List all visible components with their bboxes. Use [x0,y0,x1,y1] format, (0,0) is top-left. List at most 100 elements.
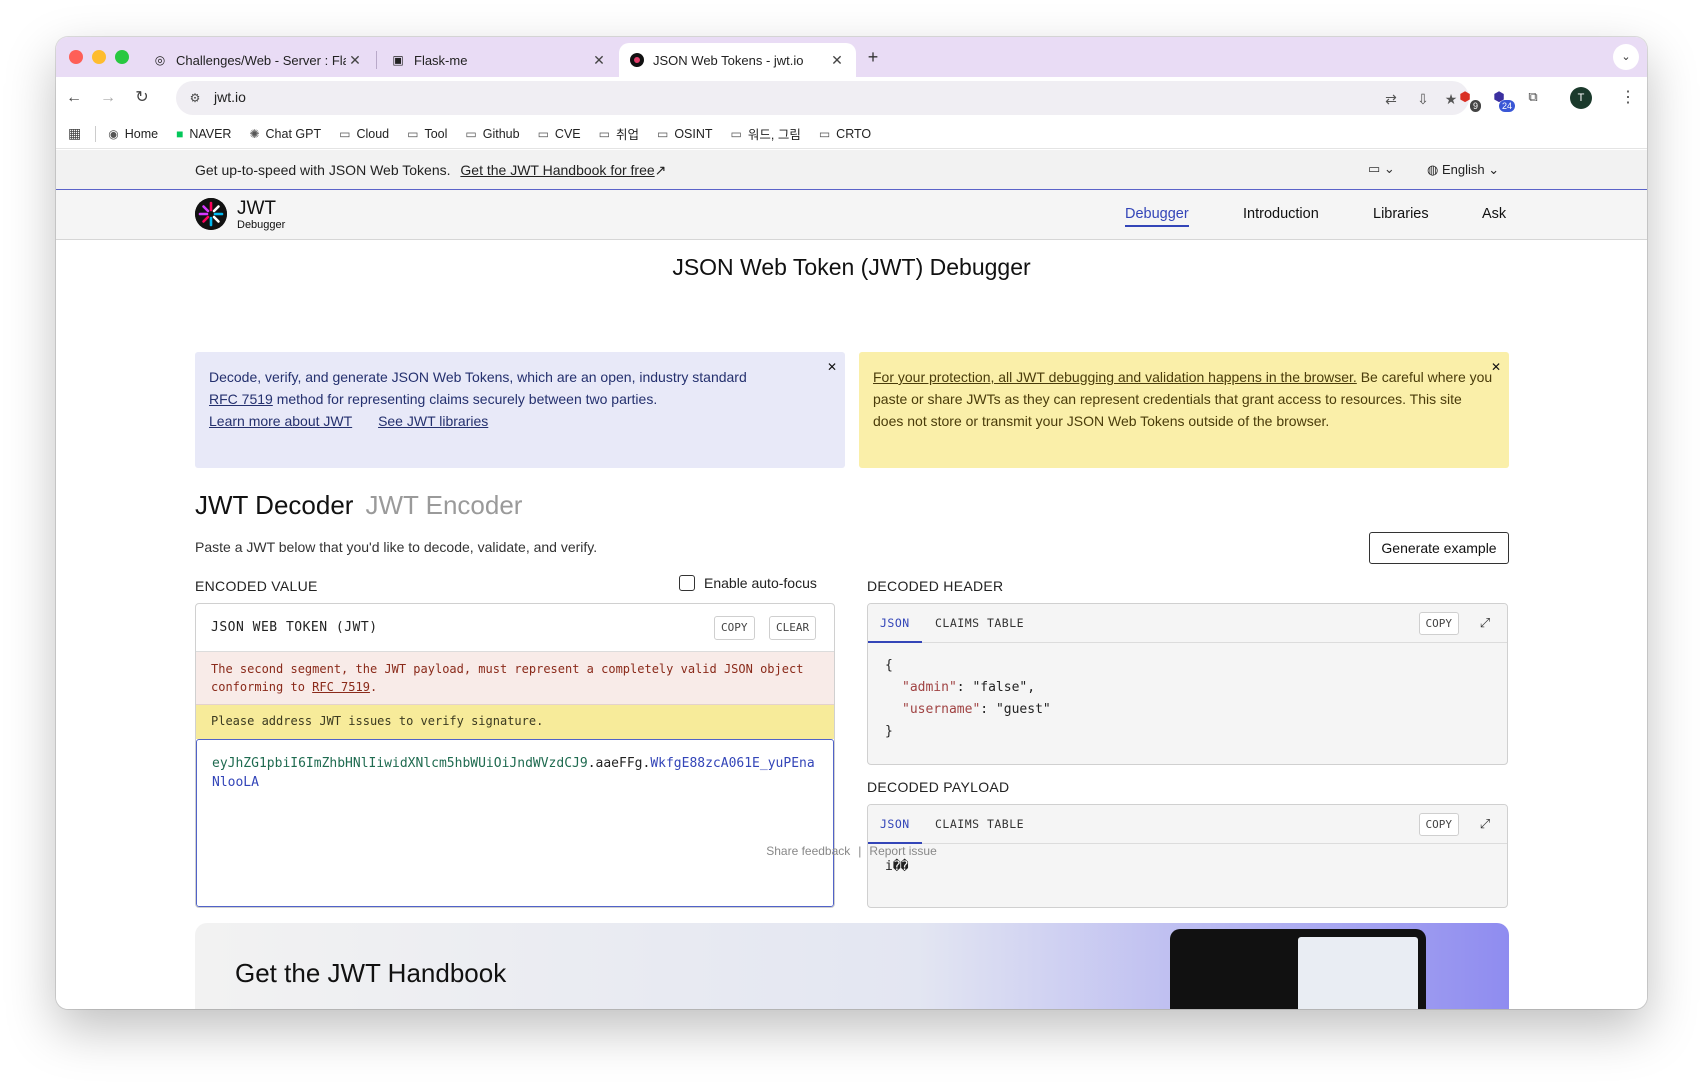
generate-example-button[interactable]: Generate example [1369,532,1509,564]
tab-jwt-decoder[interactable]: JWT Decoder [195,490,353,520]
close-tab-icon[interactable]: ✕ [828,52,846,69]
decoded-header-json: { "admin": "false", "username": "guest" … [868,643,1507,755]
rfc-link[interactable]: RFC 7519 [209,391,273,407]
info-links: Learn more about JWT See JWT libraries [209,410,831,432]
profile-avatar[interactable]: T [1570,87,1592,109]
clear-token-button[interactable]: CLEAR [769,616,817,640]
site-info-icon[interactable]: ⚙ [186,89,204,107]
protection-link[interactable]: For your protection, all JWT debugging a… [873,369,1357,385]
extension-purple-icon[interactable]: ⬢ 24 [1488,86,1515,112]
address-bar[interactable]: ⚙ jwt.io ⇄ ⇩ ★ [176,81,1469,115]
token-input[interactable]: eyJhZG1pbiI6ImZhbHNlIiwidXNlcm5hbWUiOiJn… [196,739,834,907]
external-link-icon: ↗ [654,162,667,178]
folder-icon: ▭ [537,126,549,141]
url-text[interactable]: jwt.io [214,89,246,105]
learn-more-link[interactable]: Learn more about JWT [209,413,352,429]
globe-icon: ◉ [108,126,119,141]
share-feedback-link[interactable]: Share feedback [766,844,850,858]
see-libraries-link[interactable]: See JWT libraries [378,413,488,429]
copy-token-button[interactable]: COPY [714,616,755,640]
bookmark-cve[interactable]: ▭ CVE [538,127,581,141]
close-icon[interactable]: ✕ [1491,356,1501,378]
decoded-header-tabs: JSON CLAIMS TABLE COPY ⤢ [868,604,1507,643]
tab-strip: ◎ Challenges/Web - Server : Fla ✕ ▣ Flas… [56,37,1647,77]
new-tab-button[interactable]: + [862,47,884,69]
close-window-button[interactable] [69,50,83,64]
chevron-down-icon: ⌄ [1488,162,1500,177]
info-line-2: RFC 7519 method for representing claims … [209,388,831,410]
extension-red-icon[interactable]: ⬢ 9 [1454,86,1481,112]
header-tab-claims-table[interactable]: CLAIMS TABLE [923,604,1036,643]
folder-icon: ▭ [598,126,610,141]
jwt-logo-icon[interactable] [195,198,227,230]
browser-tab-jwt[interactable]: JSON Web Tokens - jwt.io ✕ [619,43,856,77]
forward-arrow-icon[interactable]: → [96,86,120,110]
tab-search-button[interactable]: ⌄ [1613,44,1639,70]
copy-header-button[interactable]: COPY [1418,612,1459,635]
error-text: The second segment, the JWT payload, mus… [211,662,804,694]
browser-tab-flask-me[interactable]: ▣ Flask-me ✕ [380,43,618,77]
reload-icon[interactable]: ↻ [130,86,154,110]
bookmark-tool[interactable]: ▭ Tool [407,127,447,141]
language-selector[interactable]: ◍ English ⌄ [1427,162,1499,178]
nav-libraries[interactable]: Libraries [1373,206,1429,222]
bookmark-word-drawing[interactable]: ▭ 워드, 그림 [731,124,801,143]
expand-icon[interactable]: ⤢ [1475,814,1495,834]
expand-icon[interactable]: ⤢ [1475,613,1495,633]
translate-icon[interactable]: ⇄ [1381,89,1401,109]
bookmark-crto[interactable]: ▭ CRTO [819,127,871,141]
bookmark-chatgpt[interactable]: ✺ Chat GPT [249,127,321,141]
json-close-brace: } [885,724,893,739]
site-nav: JWT Debugger Debugger Introduction Libra… [56,190,1647,240]
bookmark-github[interactable]: ▭ Github [465,127,519,141]
bookmark-label: Chat GPT [265,126,322,141]
handbook-device-image [1170,929,1426,1009]
copy-payload-button[interactable]: COPY [1418,813,1459,836]
install-app-icon[interactable]: ⇩ [1413,89,1433,109]
report-issue-link[interactable]: Report issue [869,844,936,858]
extensions-puzzle-icon[interactable]: ⧉ [1522,86,1544,108]
nav-ask[interactable]: Ask [1482,206,1506,222]
logo-title: JWT [237,198,277,219]
close-tab-icon[interactable]: ✕ [346,52,364,69]
nav-introduction[interactable]: Introduction [1243,206,1319,222]
chatgpt-icon: ✺ [249,126,260,141]
checkbox-box[interactable] [679,575,695,591]
payload-tab-claims-table[interactable]: CLAIMS TABLE [923,805,1036,844]
handbook-banner: Get the JWT Handbook [195,923,1509,1009]
jwt-icon [629,52,645,68]
encoded-panel-title: JSON WEB TOKEN (JWT) [211,620,378,635]
header-tab-json[interactable]: JSON [868,604,922,643]
payload-tab-json[interactable]: JSON [868,805,922,844]
close-tab-icon[interactable]: ✕ [590,52,608,69]
browser-window: ◎ Challenges/Web - Server : Fla ✕ ▣ Flas… [56,37,1647,1009]
bookmark-osint[interactable]: ▭ OSINT [657,127,713,141]
naver-icon: ■ [176,126,184,141]
bookmark-label: Cloud [356,126,390,141]
bookmark-cloud[interactable]: ▭ Cloud [339,127,389,141]
bookmark-home[interactable]: ◉ Home [108,127,158,141]
close-icon[interactable]: ✕ [827,356,837,378]
signature-warning: Please address JWT issues to verify sign… [196,705,834,739]
decoded-header-label: DECODED HEADER [867,578,1004,594]
apps-grid-icon[interactable]: ▦ [68,125,81,142]
browser-menu-icon[interactable]: ⋮ [1616,86,1640,110]
bookmark-jobs[interactable]: ▭ 취업 [599,124,639,143]
auto-focus-label: Enable auto-focus [704,575,817,591]
browser-toolbar: ← → ↻ ⚙ jwt.io ⇄ ⇩ ★ ⬢ 9 ⬢ 24 ⧉ T ⋮ [56,77,1647,119]
minimize-window-button[interactable] [92,50,106,64]
tab-jwt-encoder[interactable]: JWT Encoder [365,490,522,520]
token-header-segment: eyJhZG1pbiI6ImZhbHNlIiwidXNlcm5hbWUiOiJn… [212,756,588,771]
bookmark-naver[interactable]: ■ NAVER [176,127,231,141]
browser-tab-challenges[interactable]: ◎ Challenges/Web - Server : Fla ✕ [142,43,374,77]
handbook-link[interactable]: Get the JWT Handbook for free [460,162,654,178]
encoded-value-label: ENCODED VALUE [195,578,318,594]
decoded-payload-label: DECODED PAYLOAD [867,779,1010,795]
maximize-window-button[interactable] [115,50,129,64]
back-arrow-icon[interactable]: ← [62,86,86,110]
error-rfc-link[interactable]: RFC 7519 [312,680,370,694]
auto-focus-checkbox[interactable]: Enable auto-focus [679,575,817,591]
page-content: Get up-to-speed with JSON Web Tokens. Ge… [56,150,1647,1009]
nav-debugger[interactable]: Debugger [1125,206,1189,227]
display-mode-icon[interactable]: ▭ ⌄ [1368,161,1395,177]
